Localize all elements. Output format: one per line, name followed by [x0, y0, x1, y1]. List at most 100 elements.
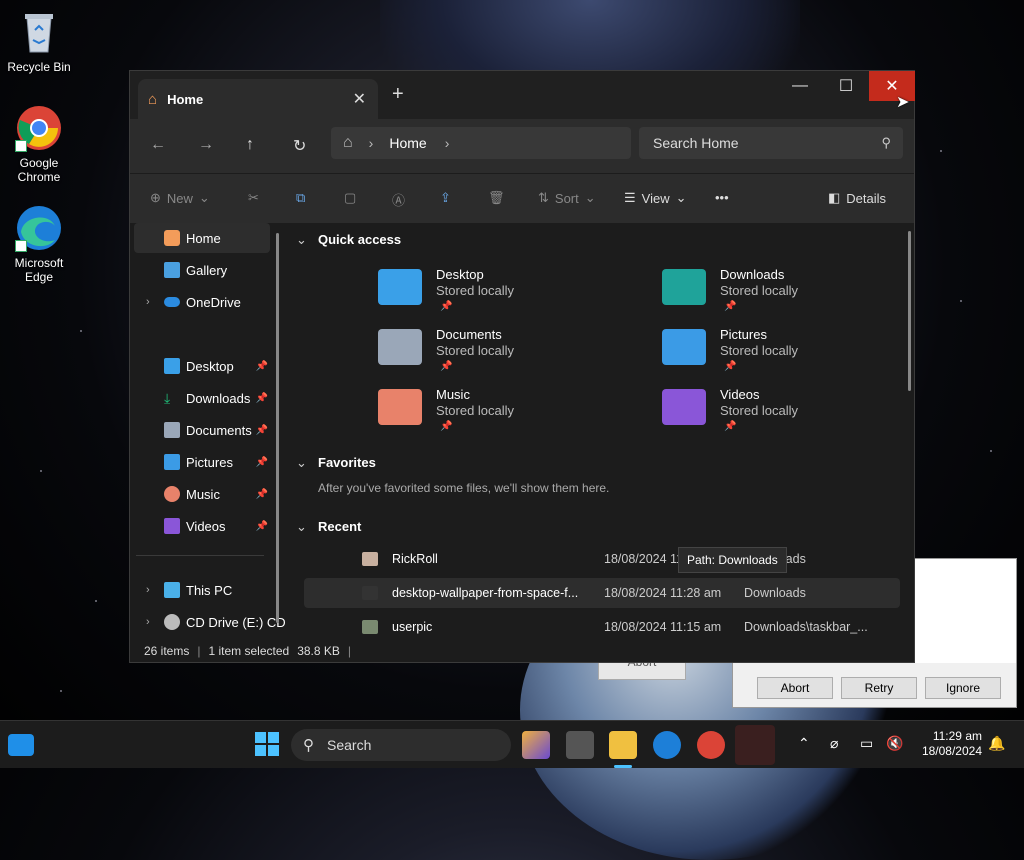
- pin-icon: 📌: [724, 301, 737, 312]
- file-explorer-icon[interactable]: [609, 731, 637, 759]
- details-button[interactable]: ◧ Details: [828, 190, 886, 206]
- pin-icon: 📌: [440, 301, 453, 312]
- computer-icon: [164, 582, 180, 598]
- desktop-icon-chrome[interactable]: Google Chrome: [4, 104, 74, 184]
- nav-item-music[interactable]: Music 📌: [134, 479, 270, 509]
- new-tab-button[interactable]: +: [392, 83, 404, 106]
- nav-item-documents[interactable]: Documents 📌: [134, 415, 270, 445]
- share-icon[interactable]: ⇪: [440, 190, 451, 206]
- up-arrow-icon[interactable]: ↑: [246, 136, 254, 154]
- nav-item-downloads[interactable]: ⤓ Downloads 📌: [134, 383, 270, 413]
- nav-label: CD Drive (E:) CD: [186, 614, 286, 630]
- quick-access-documents[interactable]: Documents Stored locally 📌: [378, 325, 608, 381]
- tab-home[interactable]: ⌂ Home ✕: [138, 79, 378, 119]
- pin-icon: 📌: [440, 421, 453, 432]
- search-icon: ⚲: [303, 737, 314, 754]
- start-button[interactable]: [254, 731, 282, 759]
- chevron-up-icon[interactable]: ⌃: [798, 735, 810, 752]
- pin-icon: 📌: [724, 421, 737, 432]
- nav-item-gallery[interactable]: Gallery: [134, 255, 270, 285]
- search-box[interactable]: Search Home ⚲: [639, 127, 903, 159]
- nav-label: OneDrive: [186, 294, 241, 310]
- sort-button[interactable]: ⇅ Sort ⌄: [538, 190, 596, 206]
- nav-item-desktop[interactable]: Desktop 📌: [134, 351, 270, 381]
- quick-access-desktop[interactable]: Desktop Stored locally 📌: [378, 265, 608, 321]
- desktop-icon-label: Microsoft Edge: [14, 256, 64, 284]
- path-tooltip: Path: Downloads: [678, 547, 787, 573]
- quick-access-header[interactable]: ⌄ Quick access: [296, 232, 401, 247]
- network-off-icon[interactable]: ⌀: [830, 735, 838, 752]
- close-tab-icon[interactable]: ✕: [353, 89, 366, 109]
- widgets-icon[interactable]: [8, 734, 34, 756]
- folder-status: Stored locally: [436, 403, 515, 418]
- nav-scrollbar[interactable]: [276, 233, 279, 623]
- quick-access-downloads[interactable]: Downloads Stored locally 📌: [662, 265, 892, 321]
- quick-access-music[interactable]: Music Stored locally 📌: [378, 385, 608, 441]
- refresh-icon[interactable]: ↻: [293, 136, 306, 156]
- star: [60, 690, 62, 692]
- recent-header[interactable]: ⌄ Recent: [296, 519, 361, 534]
- more-options-button[interactable]: •••: [715, 190, 729, 205]
- nav-item-pictures[interactable]: Pictures 📌: [134, 447, 270, 477]
- cut-icon[interactable]: ✂: [248, 190, 259, 206]
- desktop-icon-edge[interactable]: Microsoft Edge: [4, 204, 74, 284]
- notification-bell-icon[interactable]: 🔔: [988, 735, 1005, 752]
- home-icon: ⌂: [148, 90, 158, 108]
- pictures-icon: [164, 454, 180, 470]
- copy-icon[interactable]: ⧉: [296, 190, 305, 206]
- breadcrumb-home[interactable]: Home: [389, 135, 426, 151]
- minimize-button[interactable]: —: [777, 71, 823, 101]
- content-pane: ⌄ Quick access Desktop Stored locally 📌 D…: [288, 223, 914, 643]
- chevron-right-icon: ›: [368, 135, 374, 151]
- file-location: Downloads\taskbar_...: [744, 620, 868, 634]
- nav-item-videos[interactable]: Videos 📌: [134, 511, 270, 541]
- nav-item-home[interactable]: Home: [134, 223, 270, 253]
- star: [95, 600, 97, 602]
- chevron-right-icon: ›: [444, 135, 450, 151]
- delete-icon[interactable]: 🗑: [488, 190, 505, 206]
- chevron-right-icon: ›: [146, 584, 150, 596]
- documents-folder-icon: [378, 329, 422, 365]
- error-app-icon[interactable]: [735, 725, 775, 765]
- taskbar-search[interactable]: ⚲ Search: [291, 729, 511, 761]
- quick-access-videos[interactable]: Videos Stored locally 📌: [662, 385, 892, 441]
- chevron-down-icon: ⌄: [296, 455, 307, 470]
- edge-icon[interactable]: [653, 731, 681, 759]
- copilot-icon[interactable]: [522, 731, 550, 759]
- forward-arrow-icon[interactable]: →: [198, 136, 214, 154]
- abort-button[interactable]: Abort: [757, 677, 833, 699]
- pin-icon: 📌: [255, 520, 268, 532]
- ignore-button[interactable]: Ignore: [925, 677, 1001, 699]
- selection-size: 38.8 KB: [297, 644, 340, 658]
- content-scrollbar[interactable]: [908, 231, 911, 391]
- documents-icon: [164, 422, 180, 438]
- clock-date: 18/08/2024: [921, 744, 982, 758]
- chevron-down-icon: ⌄: [675, 190, 687, 205]
- recent-row[interactable]: desktop-wallpaper-from-space-f... 18/08/…: [304, 578, 900, 608]
- maximize-button[interactable]: ☐: [823, 71, 869, 101]
- rename-icon[interactable]: Ⓐ: [392, 190, 405, 209]
- sort-label: Sort: [554, 190, 579, 206]
- recent-row[interactable]: userpic 18/08/2024 11:15 am Downloads\ta…: [304, 612, 900, 642]
- windows-logo-icon: [255, 732, 279, 756]
- display-icon[interactable]: ▭: [860, 735, 873, 752]
- pictures-folder-icon: [662, 329, 706, 365]
- nav-item-this-pc[interactable]: › This PC: [134, 575, 270, 605]
- back-arrow-icon[interactable]: ←: [150, 136, 166, 154]
- favorites-header[interactable]: ⌄ Favorites: [296, 455, 376, 470]
- view-button[interactable]: ☰ View ⌄: [624, 190, 687, 206]
- address-bar[interactable]: ⌂ › Home ›: [331, 127, 631, 159]
- quick-access-pictures[interactable]: Pictures Stored locally 📌: [662, 325, 892, 381]
- system-clock[interactable]: 11:29 am 18/08/2024: [922, 729, 982, 759]
- new-button[interactable]: ⊕ New ⌄: [150, 190, 210, 206]
- videos-icon: [164, 518, 180, 534]
- retry-button[interactable]: Retry: [841, 677, 917, 699]
- task-view-icon[interactable]: [566, 731, 594, 759]
- nav-item-cd-drive[interactable]: › CD Drive (E:) CD: [134, 607, 286, 637]
- paste-icon[interactable]: ▢: [344, 190, 356, 206]
- desktop-icon-recycle-bin[interactable]: Recycle Bin: [4, 8, 74, 74]
- chrome-icon[interactable]: [697, 731, 725, 759]
- volume-muted-icon[interactable]: 🔇: [886, 735, 903, 752]
- recent-row[interactable]: RickRoll 18/08/2024 11:28 am Downloads: [304, 544, 900, 574]
- nav-item-onedrive[interactable]: › OneDrive: [134, 287, 270, 317]
